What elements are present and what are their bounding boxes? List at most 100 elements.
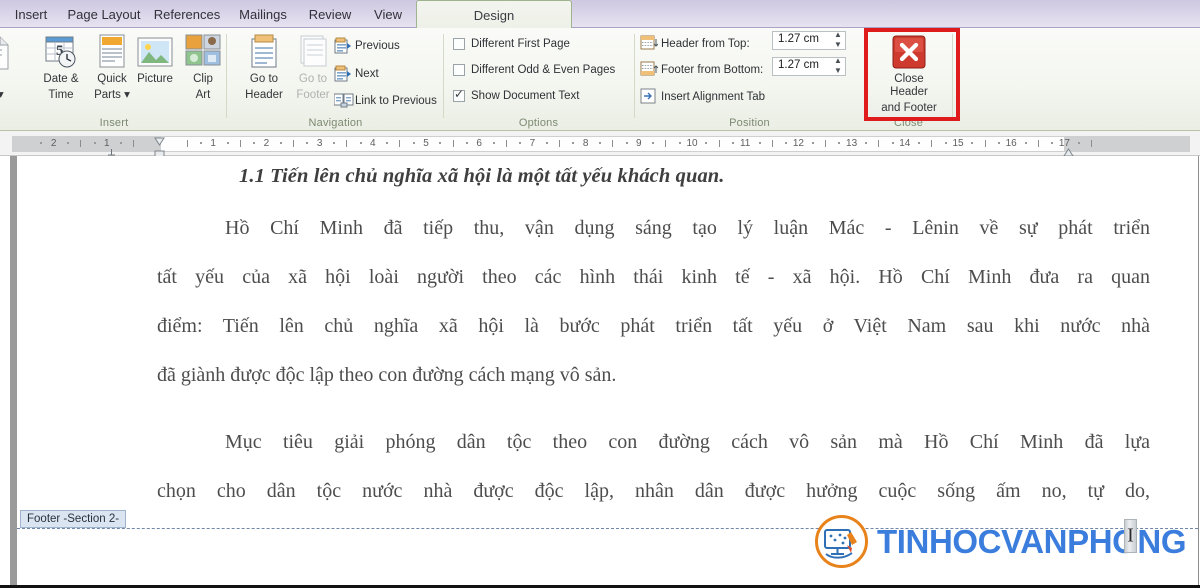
header-from-top-value: 1.27 cm bbox=[778, 33, 819, 45]
ruler-tick-label: 14 bbox=[899, 138, 911, 149]
checkbox-box bbox=[453, 38, 465, 50]
clip-art-icon bbox=[175, 32, 231, 70]
ruler-tick-label: 15 bbox=[952, 138, 964, 149]
paragraph-line: Mục tiêu giải phóng dân tộc theo con đườ… bbox=[225, 431, 1150, 453]
header-from-top-icon bbox=[640, 35, 659, 52]
ruler-half-tick bbox=[505, 140, 507, 147]
ruler-minor-tick bbox=[359, 142, 362, 144]
footer-from-bottom-row: Footer from Bottom: bbox=[640, 59, 763, 80]
different-odd-even-pages-checkbox[interactable]: Different Odd & Even Pages bbox=[453, 59, 615, 81]
go-to-footer-icon bbox=[285, 32, 341, 70]
document-body[interactable]: 1.1 Tiến lên chủ nghĩa xã hội là một tất… bbox=[157, 165, 1150, 516]
tab-stop-marker[interactable] bbox=[107, 144, 118, 156]
next-button[interactable]: Next bbox=[334, 63, 379, 84]
tab-mailings[interactable]: Mailings bbox=[228, 0, 298, 28]
tab-view[interactable]: View bbox=[362, 0, 414, 28]
ruler-minor-tick bbox=[412, 142, 415, 144]
ruler-half-tick bbox=[399, 140, 401, 147]
ruler-minor-tick bbox=[120, 142, 123, 144]
group-label-navigation: Navigation bbox=[308, 117, 363, 129]
document-paragraph-2: Mục tiêu giải phóng dân tộc theo con đườ… bbox=[157, 418, 1150, 516]
go-to-header-label-line1: Go to bbox=[249, 73, 279, 85]
monitor-logo-icon bbox=[815, 515, 868, 568]
insert-alignment-tab-label: Insert Alignment Tab bbox=[661, 90, 765, 103]
ruler-half-tick bbox=[825, 140, 826, 147]
go-to-footer-button[interactable]: Go to Footer bbox=[285, 32, 341, 102]
link-to-previous-label: Link to Previous bbox=[355, 94, 437, 107]
go-to-header-button[interactable]: Go to Header bbox=[236, 32, 292, 102]
tab-references[interactable]: References bbox=[146, 0, 228, 28]
previous-button[interactable]: Previous bbox=[334, 35, 400, 56]
ruler-tick-label: 4 bbox=[370, 138, 376, 149]
ruler-minor-tick bbox=[93, 142, 96, 144]
ruler-minor-tick bbox=[439, 142, 442, 144]
tab-label: Design bbox=[473, 8, 515, 23]
ruler-minor-tick bbox=[891, 142, 894, 144]
ruler-half-tick bbox=[665, 140, 667, 147]
ruler-minor-tick bbox=[944, 142, 947, 144]
ruler-minor-tick bbox=[332, 142, 335, 144]
tab-insert[interactable]: Insert bbox=[0, 0, 62, 28]
tab-page-layout[interactable]: Page Layout bbox=[62, 0, 146, 28]
link-to-previous-button[interactable]: Link to Previous bbox=[333, 90, 437, 111]
document-page[interactable]: 1.1 Tiến lên chủ nghĩa xã hội là một tất… bbox=[17, 156, 1199, 588]
date-time-label-line1: Date & bbox=[43, 73, 79, 85]
ruler-minor-tick bbox=[811, 142, 814, 144]
different-first-page-checkbox[interactable]: Different First Page bbox=[453, 33, 570, 55]
tab-review[interactable]: Review bbox=[298, 0, 362, 28]
ruler-half-tick bbox=[1091, 140, 1092, 147]
spinner-down-arrow[interactable]: ▼ bbox=[834, 67, 842, 75]
tab-design[interactable]: Design bbox=[416, 0, 572, 28]
date-and-time-button[interactable]: 5 Date & Time bbox=[33, 32, 89, 102]
spinner-up-arrow[interactable]: ▲ bbox=[834, 31, 842, 39]
ribbon: Insert Page Layout References Mailings R… bbox=[0, 0, 1200, 131]
footer-from-bottom-label: Footer from Bottom: bbox=[661, 63, 764, 76]
next-label: Next bbox=[355, 67, 379, 80]
ruler-minor-tick bbox=[838, 142, 841, 144]
ruler-half-tick bbox=[346, 140, 348, 147]
ruler-half-tick bbox=[878, 140, 880, 147]
clip-art-button[interactable]: Clip Art bbox=[175, 32, 231, 102]
page-number-label-line1: ge bbox=[0, 73, 24, 86]
show-document-text-checkbox[interactable]: Show Document Text bbox=[453, 85, 579, 107]
ruler-tick-label: 10 bbox=[686, 138, 698, 149]
group-label-options: Options bbox=[518, 117, 559, 129]
ruler-minor-tick bbox=[253, 142, 256, 144]
first-line-indent-marker[interactable] bbox=[154, 133, 165, 146]
spinner-down-arrow[interactable]: ▼ bbox=[834, 41, 842, 49]
group-label-position: Position bbox=[729, 117, 770, 129]
clip-art-label-line1: Clip bbox=[193, 73, 213, 85]
ruler-tick-label: 12 bbox=[792, 138, 804, 149]
ruler-half-tick bbox=[452, 140, 454, 147]
spinner-up-arrow[interactable]: ▲ bbox=[834, 57, 842, 65]
header-from-top-spinner[interactable]: 1.27 cm ▲ ▼ bbox=[772, 31, 846, 50]
page-number-button[interactable]: ge ber ▾ bbox=[0, 32, 24, 102]
ruler-minor-tick bbox=[758, 142, 761, 144]
ruler-half-tick bbox=[133, 140, 135, 147]
ruler-minor-tick bbox=[519, 142, 522, 144]
go-to-header-icon bbox=[236, 32, 292, 70]
hanging-indent-marker[interactable] bbox=[154, 146, 165, 159]
footer-from-bottom-spinner[interactable]: 1.27 cm ▲ ▼ bbox=[772, 57, 846, 76]
horizontal-ruler[interactable]: 2 1 1 2 3 4 5 6 7 8 9 10 11 12 13 14 15 16 17 bbox=[0, 131, 1200, 159]
ruler-minor-tick bbox=[492, 142, 495, 144]
group-separator bbox=[226, 34, 227, 118]
ruler-half-tick bbox=[239, 140, 241, 147]
ruler-tick-label: 8 bbox=[582, 138, 589, 149]
insert-alignment-tab-button[interactable]: Insert Alignment Tab bbox=[640, 86, 765, 107]
different-odd-even-label: Different Odd & Even Pages bbox=[471, 64, 616, 76]
ruler-half-tick bbox=[186, 140, 188, 147]
link-to-previous-icon bbox=[333, 92, 354, 109]
group-position: Position Header from Top: 1.27 cm ▲ ▼ Fo… bbox=[634, 28, 866, 131]
ruler-half-tick bbox=[931, 140, 933, 147]
ruler-minor-tick bbox=[386, 142, 389, 144]
right-indent-marker[interactable] bbox=[1063, 144, 1074, 157]
footer-from-bottom-icon bbox=[640, 61, 659, 78]
ruler-tick-label: 2 bbox=[263, 138, 270, 149]
tab-label: Insert bbox=[14, 7, 48, 22]
ruler-minor-tick bbox=[598, 142, 601, 144]
ruler-tick-label: 9 bbox=[636, 138, 642, 149]
ruler-tick-container: 2 1 1 2 3 4 5 6 7 8 9 10 11 12 13 14 15 16 17 bbox=[0, 136, 1200, 152]
document-canvas[interactable]: 1.1 Tiến lên chủ nghĩa xã hội là một tất… bbox=[0, 156, 1200, 588]
tab-label: Page Layout bbox=[67, 7, 141, 22]
